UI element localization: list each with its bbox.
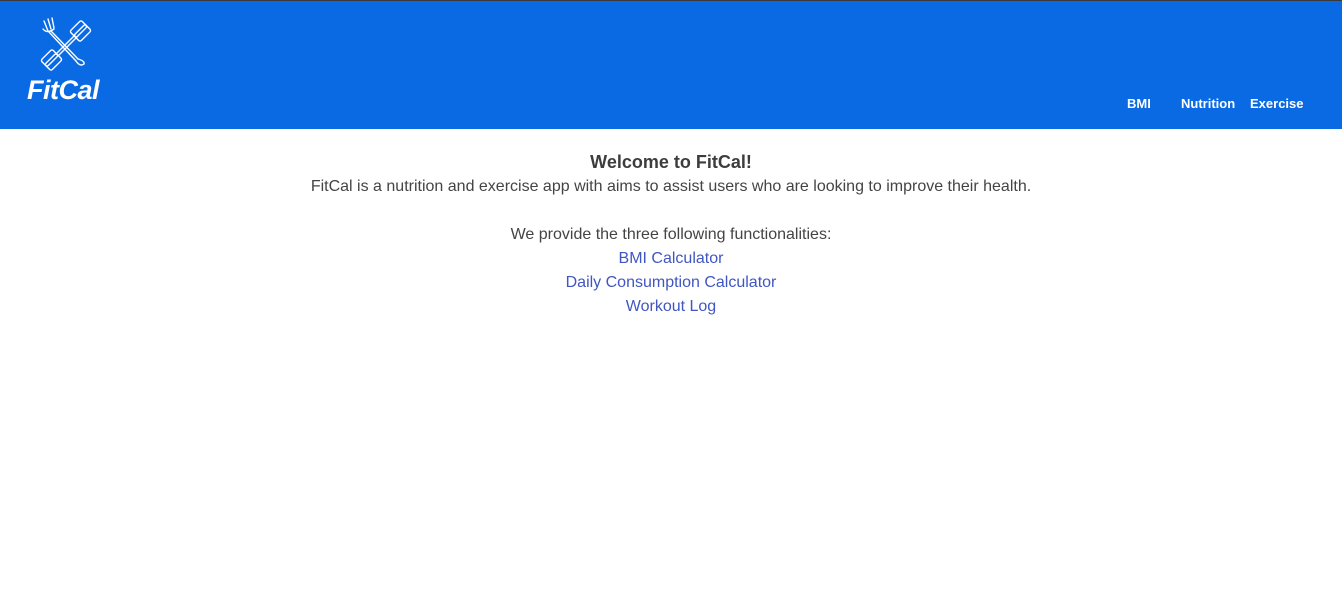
functionalities-intro: We provide the three following functiona… (510, 226, 832, 243)
brand-logo-link[interactable]: FitCal (26, 15, 108, 107)
bmi-calculator-link[interactable]: BMI Calculator (619, 250, 724, 267)
intro-text: FitCal is a nutrition and exercise app w… (310, 178, 1032, 195)
nav-link-bmi[interactable]: BMI (1127, 96, 1151, 111)
main-content: Welcome to FitCal! FitCal is a nutrition… (0, 129, 1342, 319)
fork-knife-dumbbell-icon (40, 17, 92, 71)
page-title: Welcome to FitCal! (590, 152, 752, 172)
daily-consumption-calculator-link[interactable]: Daily Consumption Calculator (566, 274, 777, 291)
nav-link-nutrition[interactable]: Nutrition (1181, 96, 1235, 111)
list-item: Workout Log (0, 295, 1342, 319)
workout-log-link[interactable]: Workout Log (626, 298, 716, 315)
nav-link-exercise[interactable]: Exercise (1250, 96, 1304, 111)
site-header: FitCal BMI Nutrition Exercise (0, 1, 1342, 129)
feature-list: BMI Calculator Daily Consumption Calcula… (0, 247, 1342, 319)
list-item: BMI Calculator (0, 247, 1342, 271)
list-item: Daily Consumption Calculator (0, 271, 1342, 295)
main-nav: BMI Nutrition Exercise (0, 96, 1342, 114)
